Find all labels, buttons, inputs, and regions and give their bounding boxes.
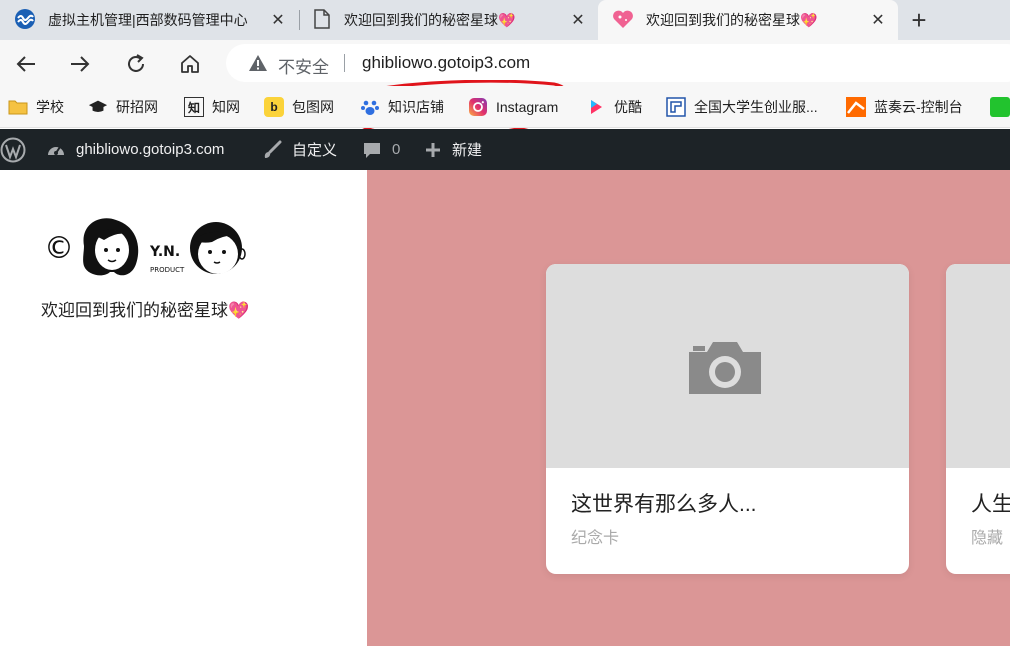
- bookmark-yanzhao[interactable]: 研招网: [88, 96, 158, 118]
- plus-icon: [426, 142, 440, 157]
- post-card[interactable]: 这世界有那么多人... 纪念卡: [546, 264, 909, 574]
- bookmark-instagram[interactable]: Instagram: [468, 96, 558, 118]
- bookmark-label: Instagram: [496, 99, 559, 115]
- comment-icon: [364, 142, 380, 158]
- customize-label: 自定义: [292, 142, 338, 159]
- new-label: 新建: [452, 142, 483, 159]
- bookmark-label: 包图网: [292, 99, 334, 115]
- home-button[interactable]: [174, 48, 206, 80]
- heart-icon: [612, 9, 634, 32]
- post-carousel: 这世界有那么多人... 纪念卡 人生 隐藏: [367, 170, 1010, 646]
- wp-admin-bar: ghibliowo.gotoip3.com 自定义 0 新建: [0, 129, 1010, 170]
- tab-secret-planet-active[interactable]: 欢迎回到我们的秘密星球💖 ✕: [598, 0, 898, 40]
- bookmark-overflow[interactable]: [990, 96, 1010, 118]
- svg-text:PRODUCT: PRODUCT: [150, 266, 185, 274]
- wordpress-icon: [0, 137, 26, 162]
- tab-title: 虚拟主机管理|西部数码管理中心: [48, 12, 248, 28]
- bookmark-baotu[interactable]: b 包图网: [264, 96, 334, 118]
- bookmark-youku[interactable]: 优酷: [586, 96, 642, 118]
- wordpress-logo-button[interactable]: [0, 129, 36, 170]
- back-arrow-icon: [16, 56, 35, 72]
- tab-title: 欢迎回到我们的秘密星球💖: [646, 12, 818, 28]
- bookmark-label: 全国大学生创业服...: [694, 99, 818, 115]
- close-tab-icon[interactable]: ✕: [868, 10, 888, 30]
- url-text[interactable]: ghibliowo.gotoip3.com: [362, 53, 530, 73]
- address-divider: [344, 54, 345, 72]
- youku-icon: [586, 97, 606, 117]
- page-icon: [314, 8, 330, 32]
- wp-new[interactable]: 新建: [424, 129, 482, 170]
- west-digital-icon: [14, 8, 36, 33]
- site-tagline: 欢迎回到我们的秘密星球💖: [41, 301, 250, 320]
- tab-west-digital[interactable]: 虚拟主机管理|西部数码管理中心 ✕: [0, 0, 298, 40]
- graduation-cap-icon: [88, 97, 108, 117]
- post-title[interactable]: 这世界有那么多人...: [571, 488, 757, 518]
- bookmark-label: 优酷: [614, 99, 642, 115]
- svg-text:Y.N.: Y.N.: [149, 244, 180, 260]
- back-button[interactable]: [10, 48, 42, 80]
- bookmark-label: 学校: [36, 99, 64, 115]
- camera-icon: [689, 342, 761, 394]
- home-icon: [181, 55, 199, 73]
- reload-icon: [128, 54, 144, 72]
- site-logo[interactable]: © Y.N. PRODUCT: [44, 206, 254, 286]
- lanzou-icon: [846, 97, 866, 117]
- bookmark-cnki[interactable]: 知 知网: [184, 96, 240, 118]
- bookmark-label: 知识店铺: [388, 99, 444, 115]
- cnki-icon: 知: [184, 97, 204, 117]
- post-thumbnail-placeholder: [946, 264, 1010, 468]
- post-category[interactable]: 隐藏: [971, 524, 1003, 548]
- folder-icon: [8, 97, 28, 117]
- site-name-label: ghibliowo.gotoip3.com: [76, 141, 225, 158]
- forward-arrow-icon: [71, 56, 90, 72]
- tab-strip: 虚拟主机管理|西部数码管理中心 ✕ 欢迎回到我们的秘密星球💖 ✕ 欢迎回到我们的…: [0, 0, 1010, 40]
- startup-service-icon: [666, 97, 686, 117]
- bookmarks-bar: 学校 研招网 知 知网 b 包图网 知识店铺 Instagram 优酷 全国大学…: [0, 86, 1010, 128]
- post-card[interactable]: 人生 隐藏: [946, 264, 1010, 574]
- forward-button[interactable]: [64, 48, 96, 80]
- browser-toolbar: 不安全 ghibliowo.gotoip3.com: [0, 40, 1010, 138]
- bookmark-lanzou[interactable]: 蓝奏云-控制台: [846, 96, 963, 118]
- svg-text:©: ©: [44, 231, 74, 266]
- security-label[interactable]: 不安全: [278, 53, 329, 78]
- baidu-paw-icon: [360, 97, 380, 117]
- instagram-icon: [468, 97, 488, 117]
- baotu-icon: b: [264, 97, 284, 117]
- wp-site-name[interactable]: ghibliowo.gotoip3.com: [46, 129, 224, 170]
- comments-count: 0: [392, 141, 401, 158]
- bookmark-label: 蓝奏云-控制台: [874, 99, 963, 115]
- dashboard-icon: [48, 145, 64, 155]
- close-tab-icon[interactable]: ✕: [268, 10, 288, 30]
- bookmark-startup[interactable]: 全国大学生创业服...: [666, 96, 818, 118]
- post-category[interactable]: 纪念卡: [571, 524, 619, 548]
- brush-icon: [264, 140, 282, 158]
- site-header-sidebar: © Y.N. PRODUCT 欢迎回到我们的秘密星球💖: [0, 170, 367, 646]
- bookmark-label: 研招网: [116, 99, 158, 115]
- wp-customize[interactable]: 自定义: [262, 129, 337, 170]
- address-bar[interactable]: 不安全 ghibliowo.gotoip3.com: [226, 44, 1010, 82]
- post-title[interactable]: 人生: [971, 488, 1010, 518]
- warning-icon[interactable]: [248, 54, 268, 77]
- bookmark-school[interactable]: 学校: [8, 96, 64, 118]
- close-tab-icon[interactable]: ✕: [568, 10, 588, 30]
- green-app-icon: [990, 97, 1010, 117]
- tab-secret-planet-1[interactable]: 欢迎回到我们的秘密星球💖 ✕: [300, 0, 598, 40]
- wp-comments[interactable]: 0: [362, 129, 400, 170]
- reload-button[interactable]: [120, 48, 152, 80]
- bookmark-label: 知网: [212, 99, 240, 115]
- tab-title: 欢迎回到我们的秘密星球💖: [344, 12, 516, 28]
- bookmark-zhishi[interactable]: 知识店铺: [360, 96, 444, 118]
- new-tab-button[interactable]: +: [905, 5, 933, 35]
